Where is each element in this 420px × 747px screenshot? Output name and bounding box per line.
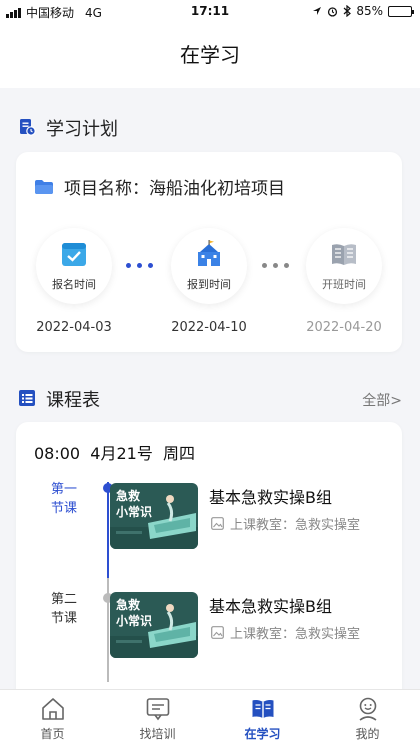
tab-home-label: 首页 [40,727,65,741]
period-label: 第二 节课 [46,590,82,628]
step-check-in-circle: 报到时间 [171,228,247,304]
schedule-header: 课程表 全部> [0,383,420,413]
step-registration-circle: 报名时间 [36,228,112,304]
bluetooth-icon [343,5,352,17]
tab-studying[interactable]: 在学习 [210,690,315,747]
course-title[interactable]: 基本急救实操B组 [209,484,332,508]
study-plan-header: 学习计划 [0,112,420,142]
plan-document-icon [20,119,36,136]
course-thumbnail[interactable]: 急救 小常识 [110,483,198,549]
schedule-card: 08:00 4月21号 周四 第一 节课 急救 小常识 基本急救实操B组 上课教… [16,422,402,712]
study-plan-card[interactable]: 项目名称：海船油化初培项目 报名时间 2022-04-03 报到时间 2022-… [16,152,402,352]
folder-icon [35,179,53,194]
course-room: 上课教室：急救实操室 [211,514,360,533]
course-thumbnail[interactable]: 急救 小常识 [110,592,198,658]
tab-profile-label: 我的 [355,727,380,741]
period-line: 节课 [50,611,77,626]
status-bar: 中国移动 4G 17:11 85% [0,0,420,22]
project-row: 项目名称：海船油化初培项目 [34,174,285,199]
thumbnail-caption: 急救 小常识 [116,597,152,629]
period-line: 第二 [50,592,77,607]
home-icon [41,698,64,720]
tab-studying-label: 在学习 [244,727,281,741]
period-line: 第一 [50,482,77,497]
profile-face-icon [359,697,376,721]
step-class-start: 开班时间 2022-04-20 [299,228,389,335]
step-class-start-date: 2022-04-20 [306,320,382,335]
battery-icon [388,5,414,17]
image-icon [211,626,224,639]
step-class-start-circle: 开班时间 [306,228,382,304]
course-room: 上课教室：急救实操室 [211,623,360,642]
thumbnail-line: 小常识 [116,614,153,628]
book-icon [252,700,273,718]
step-registration: 报名时间 2022-04-03 [29,228,119,335]
project-name: 项目名称：海船油化初培项目 [64,179,285,199]
image-icon [211,517,224,530]
step-check-in: 报到时间 2022-04-10 [164,228,254,335]
step-check-in-label: 报到时间 [187,278,231,291]
period-label: 第一 节课 [46,480,82,518]
school-building-icon [198,240,220,266]
page-title: 在学习 [180,43,240,67]
list-icon [19,390,35,406]
battery-percent: 85% [356,4,383,18]
tab-bar: 首页 找培训 在学习 我的 [0,689,420,747]
schedule-title: 课程表 [46,390,100,411]
thumbnail-line: 急救 [116,598,141,612]
step-registration-label: 报名时间 [52,278,96,291]
location-arrow-icon [313,7,322,15]
status-right: 85% [312,4,414,18]
step-class-start-label: 开班时间 [322,278,366,291]
study-plan-title: 学习计划 [46,119,118,140]
thumbnail-caption: 急救 小常识 [116,488,152,520]
step-check-in-date: 2022-04-10 [171,320,247,335]
period-line: 节课 [50,501,77,516]
timeline-line [107,482,109,682]
step-connector-dots [262,263,289,268]
step-registration-date: 2022-04-03 [36,320,112,335]
thumbnail-line: 急救 [116,489,141,503]
nav-bar: 在学习 [0,22,420,88]
tab-home[interactable]: 首页 [0,690,105,747]
course-room-text: 上课教室：急救实操室 [230,627,361,642]
open-book-icon [332,244,356,265]
tab-find-training-label: 找培训 [139,727,176,741]
thumbnail-line: 小常识 [116,505,153,519]
tab-find-training[interactable]: 找培训 [105,690,210,747]
calendar-check-icon [62,243,86,266]
alarm-icon [328,6,338,17]
view-all-link[interactable]: 全部> [362,390,402,410]
course-title[interactable]: 基本急救实操B组 [209,593,332,617]
course-room-text: 上课教室：急救实操室 [230,518,361,533]
schedule-date: 08:00 4月21号 周四 [34,444,195,463]
tab-profile[interactable]: 我的 [315,690,420,747]
message-board-icon [146,698,169,721]
step-connector-dots [126,263,153,268]
